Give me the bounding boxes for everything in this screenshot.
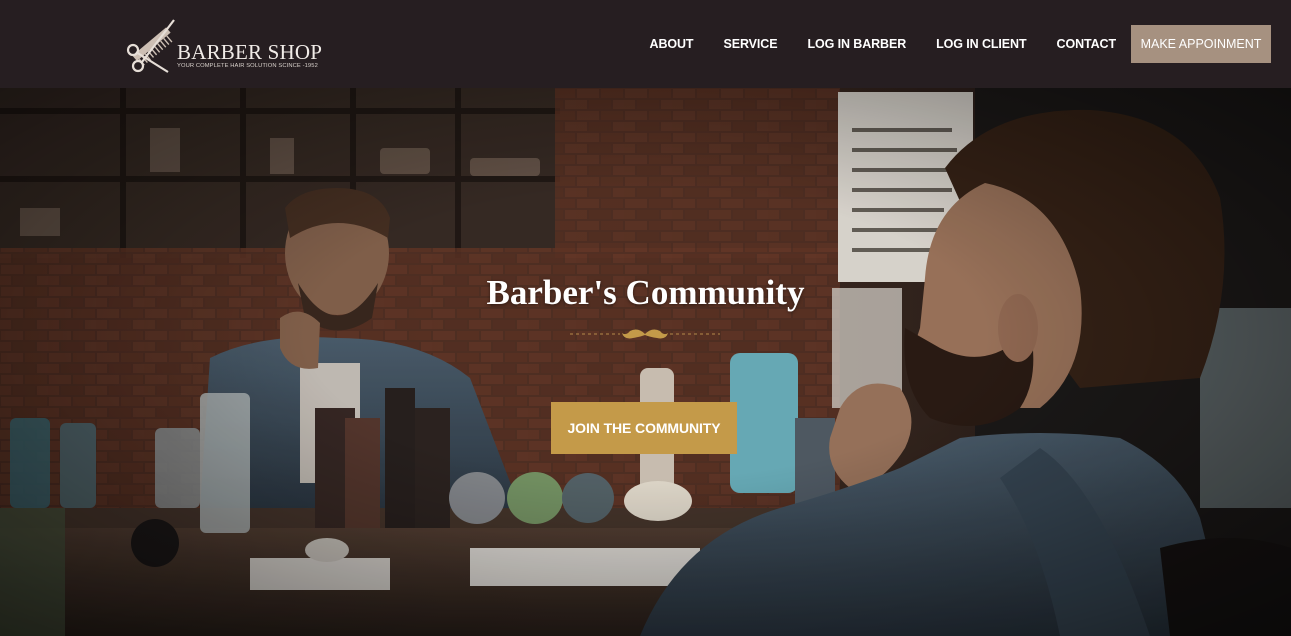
hero-background-image <box>0 88 1291 636</box>
nav-login-barber[interactable]: LOG IN BARBER <box>807 37 906 51</box>
brand-logo[interactable]: BARBER SHOP YOUR COMPLETE HAIR SOLUTION … <box>124 14 334 76</box>
make-appointment-button[interactable]: MAKE APPOINMENT <box>1131 25 1271 63</box>
hero-title: Barber's Community <box>486 273 805 312</box>
scissors-comb-icon <box>126 19 175 73</box>
nav-login-client[interactable]: LOG IN CLIENT <box>936 37 1026 51</box>
hero-section: Barber's Community JOIN THE COMMUNITY <box>0 88 1291 636</box>
top-navbar: BARBER SHOP YOUR COMPLETE HAIR SOLUTION … <box>0 0 1291 88</box>
nav-service[interactable]: SERVICE <box>723 37 777 51</box>
brand-name: BARBER SHOP <box>177 40 323 64</box>
mustache-icon <box>622 329 668 339</box>
mustache-divider <box>570 329 720 339</box>
brand-tagline: YOUR COMPLETE HAIR SOLUTION SCINCE -1952 <box>177 63 318 69</box>
nav-contact[interactable]: CONTACT <box>1057 37 1117 51</box>
main-nav: ABOUT SERVICE LOG IN BARBER LOG IN CLIEN… <box>650 25 1271 63</box>
nav-about[interactable]: ABOUT <box>650 37 694 51</box>
join-community-button[interactable]: JOIN THE COMMUNITY <box>551 402 737 454</box>
